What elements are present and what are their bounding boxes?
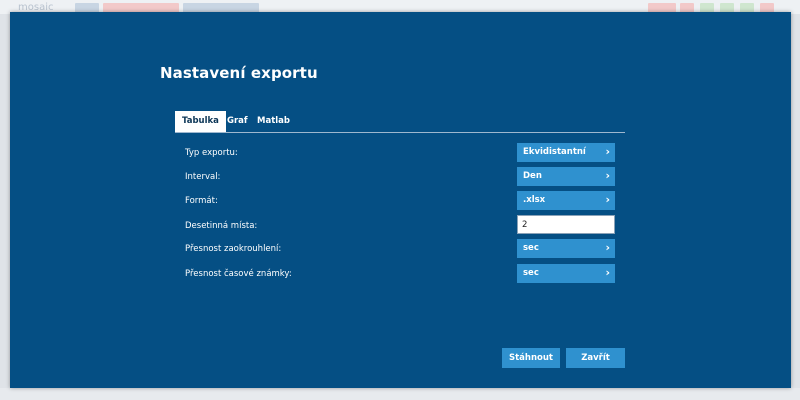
export-type-select[interactable]: Ekvidistantní › [517, 143, 615, 162]
timestamp-precision-select[interactable]: sec › [517, 264, 615, 283]
close-button[interactable]: Zavřít [566, 348, 625, 368]
export-settings-dialog: Nastavení exportu Tabulka Graf Matlab Ty… [10, 12, 791, 388]
interval-value: Den [523, 171, 542, 181]
rounding-precision-label: Přesnost zaokrouhlení: [185, 244, 282, 254]
tab-graf[interactable]: Graf [227, 111, 248, 132]
chevron-right-icon: › [605, 266, 610, 279]
rounding-precision-value: sec [523, 243, 539, 253]
format-label: Formát: [185, 196, 218, 206]
format-select[interactable]: .xlsx › [517, 191, 615, 210]
export-type-label: Typ exportu: [185, 148, 238, 158]
decimal-places-input[interactable] [517, 215, 615, 234]
tab-bar: Tabulka Graf Matlab [175, 111, 625, 133]
format-value: .xlsx [523, 195, 546, 205]
timestamp-precision-value: sec [523, 268, 539, 278]
decimal-places-label: Desetinná místa: [185, 221, 258, 231]
timestamp-precision-label: Přesnost časové známky: [185, 269, 292, 279]
chevron-right-icon: › [605, 169, 610, 182]
download-button[interactable]: Stáhnout [502, 348, 560, 368]
interval-label: Interval: [185, 172, 221, 182]
export-type-value: Ekvidistantní [523, 147, 586, 157]
chevron-right-icon: › [605, 193, 610, 206]
chevron-right-icon: › [605, 241, 610, 254]
rounding-precision-select[interactable]: sec › [517, 239, 615, 258]
chevron-right-icon: › [605, 145, 610, 158]
interval-select[interactable]: Den › [517, 167, 615, 186]
background-app-footer [0, 388, 800, 400]
tab-tabulka[interactable]: Tabulka [175, 111, 226, 132]
dialog-title: Nastavení exportu [160, 64, 318, 82]
tab-matlab[interactable]: Matlab [257, 111, 290, 132]
